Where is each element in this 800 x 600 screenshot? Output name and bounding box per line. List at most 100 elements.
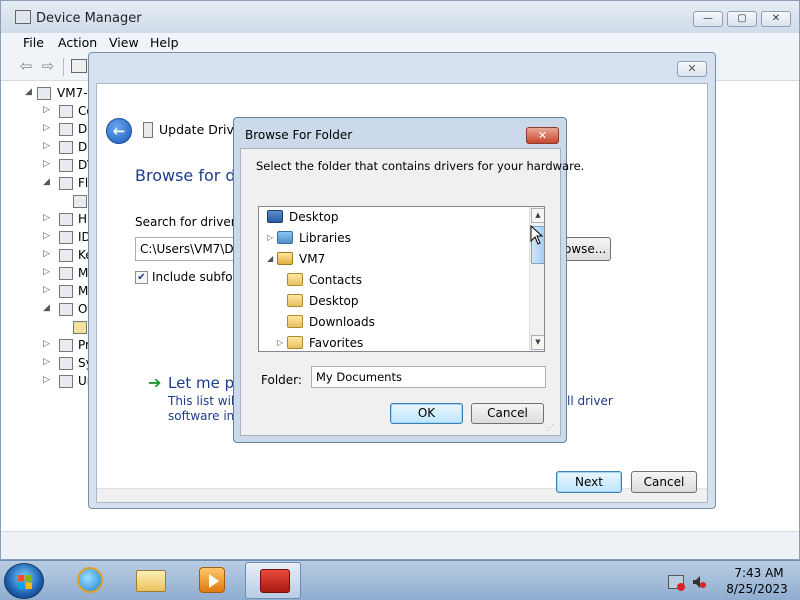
tree-item[interactable]: ▷ ID (1, 229, 91, 247)
tree-item[interactable]: ▷ Di (1, 121, 91, 139)
expand-icon[interactable]: ▷ (43, 231, 51, 241)
menu-help[interactable]: Help (150, 35, 179, 50)
include-subfolders-checkbox[interactable]: ✔ (135, 271, 148, 284)
expand-icon[interactable]: ▷ (43, 105, 51, 115)
taskbar-internet-explorer[interactable] (61, 562, 117, 599)
warning-device-icon (73, 321, 87, 334)
menu-action[interactable]: Action (58, 35, 97, 50)
folder-item-desktop-user[interactable]: Desktop (277, 292, 517, 312)
resize-grip-icon[interactable]: ⋰ (546, 423, 554, 432)
expand-icon[interactable]: ▷ (43, 285, 51, 295)
collapse-icon[interactable]: ◢ (43, 303, 51, 313)
expand-icon[interactable]: ▷ (43, 375, 51, 385)
volume-muted-icon[interactable] (692, 575, 706, 589)
scroll-down-icon[interactable]: ▼ (531, 335, 544, 350)
tree-root[interactable]: ◢ VM7- (1, 85, 91, 103)
tree-item[interactable]: ▷ Ur (1, 373, 92, 391)
folder-item-label: Downloads (309, 315, 375, 329)
expand-icon[interactable]: ▷ (43, 123, 51, 133)
folder-input[interactable]: My Documents (311, 366, 546, 388)
collapse-icon[interactable]: ◢ (267, 254, 275, 263)
collapse-icon[interactable]: ◢ (25, 87, 33, 97)
folder-item-label: Favorites (309, 336, 364, 350)
libraries-icon (277, 231, 293, 244)
tree-item[interactable]: ▷ Mo (1, 283, 96, 301)
folder-item-label: Desktop (309, 294, 359, 308)
system-tray: 7:43 AM 8/25/2023 (664, 566, 794, 597)
folder-item-contacts[interactable]: Contacts (277, 271, 517, 291)
let-me-pick-description-tail: ll driver (567, 394, 613, 408)
expand-icon[interactable]: ▷ (267, 233, 275, 242)
let-me-pick-link[interactable]: Let me pi (168, 374, 238, 392)
clock-date[interactable]: 8/25/2023 (720, 582, 794, 596)
folder-item-libraries[interactable]: ▷ Libraries (267, 229, 517, 249)
tree-item[interactable]: ▷ Sy (1, 355, 93, 373)
folder-item-label: Libraries (299, 231, 351, 245)
tree-item[interactable]: ▷ Co (1, 103, 94, 121)
expand-icon[interactable]: ▷ (43, 141, 51, 151)
tree-item[interactable]: ◢ Flo (1, 175, 96, 193)
expand-icon[interactable]: ▷ (43, 357, 51, 367)
ok-button[interactable]: OK (390, 403, 463, 424)
dialog-close-button[interactable]: ✕ (526, 127, 559, 144)
device-manager-titlebar[interactable]: Device Manager — ▢ ✕ (1, 1, 799, 33)
green-arrow-icon: ➔ (148, 373, 162, 392)
folder-item-vm7[interactable]: ◢ VM7 (267, 250, 517, 270)
start-button[interactable] (4, 563, 44, 599)
back-arrow-icon[interactable]: ← (106, 118, 132, 144)
forward-arrow-icon[interactable]: ⇨ (39, 58, 57, 74)
tree-item[interactable]: ▷ Mi (1, 265, 92, 283)
next-button[interactable]: Next (556, 471, 622, 493)
include-subfolders-label: Include subfold (152, 270, 244, 284)
device-category-icon (59, 375, 73, 388)
properties-icon[interactable] (71, 59, 87, 73)
tree-item[interactable]: ▷ Pr (1, 337, 91, 355)
menu-view[interactable]: View (109, 35, 139, 50)
close-button[interactable]: ✕ (761, 11, 791, 27)
collapse-icon[interactable]: ◢ (43, 177, 51, 187)
downloads-folder-icon (287, 315, 303, 328)
expand-icon[interactable]: ▷ (43, 213, 51, 223)
scroll-up-icon[interactable]: ▲ (531, 208, 544, 223)
device-manager-title: Device Manager (36, 11, 142, 26)
taskbar-windows-explorer[interactable] (122, 562, 178, 599)
dialog-cancel-button[interactable]: Cancel (471, 403, 544, 424)
menu-bar: File Action View Help (1, 33, 799, 53)
tree-item[interactable]: ◢ Ot (1, 301, 92, 319)
tree-subitem[interactable] (1, 193, 91, 211)
network-icon[interactable] (668, 575, 685, 591)
status-bar (1, 531, 799, 559)
clock-time[interactable]: 7:43 AM (724, 566, 794, 580)
device-category-icon (59, 285, 73, 298)
tree-subitem[interactable] (1, 319, 91, 337)
let-me-pick-description-2: software in t (168, 409, 243, 423)
expand-icon[interactable]: ▷ (43, 159, 51, 169)
expand-icon[interactable]: ▷ (43, 267, 51, 277)
minimize-button[interactable]: — (693, 11, 723, 27)
device-category-icon (59, 303, 73, 316)
contacts-folder-icon (287, 273, 303, 286)
wizard-cancel-button[interactable]: Cancel (631, 471, 697, 493)
device-manager-icon (15, 10, 31, 24)
tree-item[interactable]: ▷ DV (1, 157, 95, 175)
tree-root-label: VM7- (57, 86, 88, 100)
tree-item[interactable]: ▷ Di (1, 139, 91, 157)
toolbar-separator (63, 58, 64, 76)
maximize-button[interactable]: ▢ (727, 11, 757, 27)
internet-explorer-icon (77, 567, 103, 593)
folder-item-downloads[interactable]: Downloads (277, 313, 517, 333)
expand-icon[interactable]: ▷ (43, 339, 51, 349)
tree-item[interactable]: ▷ Ke (1, 247, 93, 265)
back-arrow-icon[interactable]: ⇦ (17, 58, 35, 74)
folder-item-desktop[interactable]: Desktop (263, 208, 523, 228)
expand-icon[interactable]: ▷ (43, 249, 51, 259)
folder-item-favorites[interactable]: ▷ Favorites (277, 334, 517, 351)
expand-icon[interactable]: ▷ (277, 338, 285, 347)
taskbar-device-manager[interactable] (245, 562, 301, 599)
wizard-close-button[interactable]: ✕ (677, 61, 707, 77)
mouse-pointer-icon (530, 225, 544, 245)
tree-item[interactable]: ▷ Hu (1, 211, 95, 229)
device-category-icon (59, 177, 73, 190)
menu-file[interactable]: File (23, 35, 44, 50)
taskbar-media-player[interactable] (183, 562, 239, 599)
